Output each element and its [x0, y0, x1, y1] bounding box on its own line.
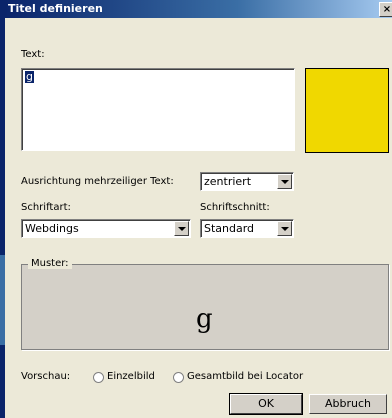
dialog-window: Titel definieren × Text: g Ausrichtung m… [0, 0, 392, 418]
style-select[interactable]: Standard [200, 219, 294, 238]
font-select[interactable]: Webdings [21, 219, 191, 238]
radio-gesamtbild-label: Gesamtbild bei Locator [187, 371, 304, 382]
preview-sample: g [196, 304, 213, 334]
style-label: Schriftschnitt: [200, 202, 270, 213]
alignment-select[interactable]: zentriert [200, 172, 294, 191]
font-value: Webdings [25, 222, 79, 235]
preview-legend: Muster: [28, 258, 72, 269]
chevron-down-icon[interactable] [277, 221, 292, 236]
color-swatch[interactable] [305, 68, 389, 153]
ok-button[interactable]: OK [229, 393, 303, 415]
style-value: Standard [204, 222, 255, 235]
title-bar[interactable]: Titel definieren × [5, 0, 392, 18]
alignment-value: zentriert [204, 175, 252, 188]
alignment-label: Ausrichtung mehrzeiliger Text: [21, 176, 174, 187]
title-text-input[interactable]: g [21, 68, 295, 151]
window-left-edge [0, 0, 5, 418]
font-label: Schriftart: [21, 202, 71, 213]
chevron-down-icon[interactable] [277, 174, 292, 189]
close-icon: × [382, 4, 392, 15]
text-label: Text: [21, 49, 45, 60]
radio-einzelbild[interactable] [93, 372, 104, 383]
window-title: Titel definieren [8, 2, 103, 15]
title-text-value: g [25, 70, 34, 83]
view-label: Vorschau: [21, 371, 71, 382]
cancel-button[interactable]: Abbruch [309, 394, 387, 414]
close-button[interactable]: × [379, 2, 392, 17]
radio-gesamtbild[interactable] [173, 372, 184, 383]
radio-einzelbild-label: Einzelbild [107, 371, 155, 382]
chevron-down-icon[interactable] [174, 221, 189, 236]
